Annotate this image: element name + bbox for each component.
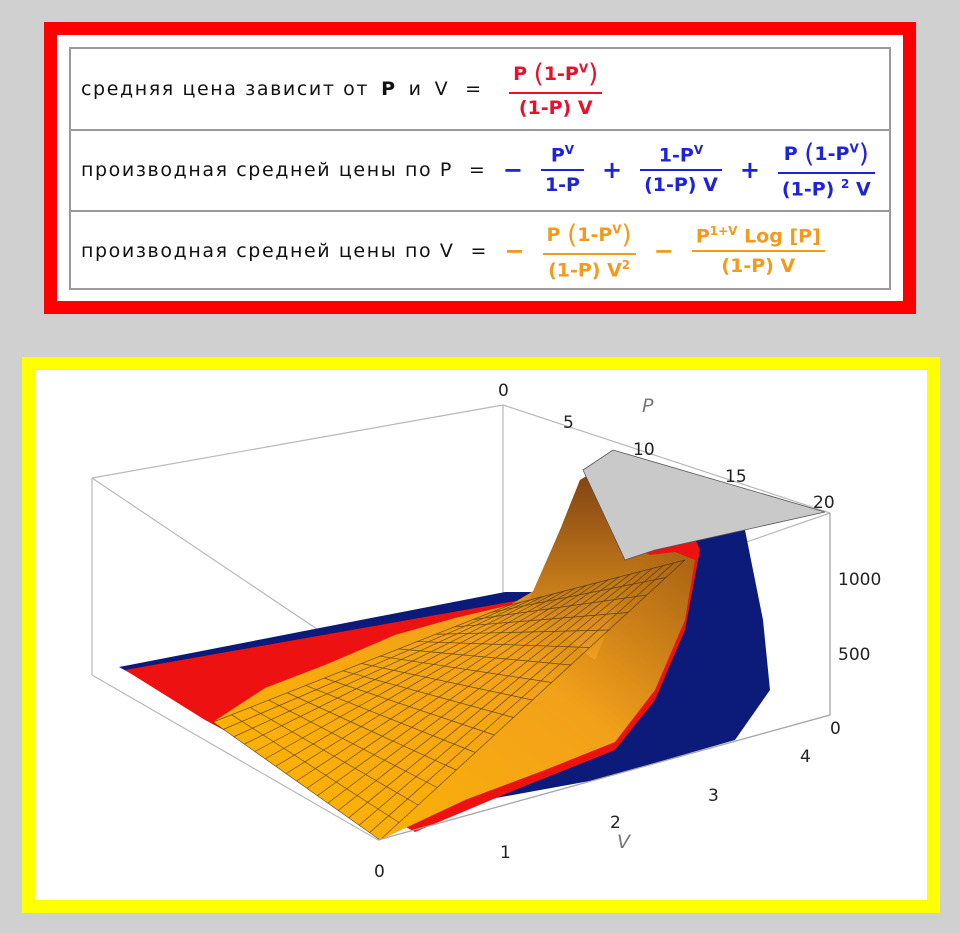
deriv-p-term-3: P (1-PV) (1-P) 2 V <box>777 139 875 200</box>
deriv-v-term-1: P (1-PV) (1-P) V2 <box>542 220 636 281</box>
surface-plot: 0 5 10 15 20 0 1 2 3 4 0 500 1000 P V <box>91 381 881 882</box>
equals-sign: = <box>470 239 487 262</box>
z-tick-0: 0 <box>830 719 841 739</box>
p-tick-0: 0 <box>498 381 509 401</box>
plot-panel: 0 5 10 15 20 0 1 2 3 4 0 500 1000 P V <box>22 357 940 913</box>
p-tick-10: 10 <box>633 440 655 460</box>
v-tick-3: 3 <box>708 786 719 806</box>
v-tick-4: 4 <box>800 747 811 767</box>
equals-sign: = <box>465 77 482 100</box>
deriv-v-term-2: P1+V Log [P] (1-P) V <box>691 224 825 277</box>
formula-row-derivative-p: производная средней цены по P = − PV 1-P… <box>71 129 889 208</box>
z-axis-ticks: 0 500 1000 <box>830 570 881 739</box>
formula-table: средняя цена зависит от P и V = P (1-PV)… <box>69 47 891 290</box>
v-tick-1: 1 <box>500 843 511 863</box>
avg-price-denominator: (1-P) V <box>518 96 593 119</box>
var-p-label: P <box>381 77 397 100</box>
equals-sign: = <box>468 158 485 181</box>
formula-panel: средняя цена зависит от P и V = P (1-PV)… <box>44 22 916 314</box>
p-tick-15: 15 <box>725 467 747 487</box>
avg-price-fraction: P (1-PV) (1-P) V <box>509 58 603 119</box>
deriv-p-term-1: PV 1-P <box>540 143 584 196</box>
deriv-p-term-2: 1-PV (1-P) V <box>640 143 722 196</box>
formula-row-average-price: средняя цена зависит от P и V = P (1-PV)… <box>71 49 889 128</box>
z-tick-1000: 1000 <box>838 570 881 590</box>
p-tick-20: 20 <box>813 493 835 513</box>
v-tick-2: 2 <box>610 813 621 833</box>
var-v-label: V <box>434 77 450 100</box>
conjunction-label: и <box>408 77 423 100</box>
minus-sign: − <box>504 236 525 265</box>
minus-sign: − <box>502 155 523 184</box>
avg-price-numerator: P (1-PV) <box>513 58 599 89</box>
plus-sign: + <box>601 155 623 184</box>
deriv-v-label: производная средней цены по V <box>81 239 455 262</box>
avg-price-label: средняя цена зависит от <box>81 77 370 100</box>
p-tick-5: 5 <box>563 413 574 433</box>
p-axis-label: P <box>642 395 654 417</box>
v-tick-0: 0 <box>374 862 385 882</box>
plus-sign: + <box>739 155 760 184</box>
formula-row-derivative-v: производная средней цены по V = − P (1-P… <box>71 210 889 289</box>
z-tick-500: 500 <box>838 645 870 665</box>
minus-sign: − <box>653 236 674 265</box>
deriv-p-label: производная средней цены по P <box>81 158 453 181</box>
v-axis-label: V <box>617 831 632 853</box>
